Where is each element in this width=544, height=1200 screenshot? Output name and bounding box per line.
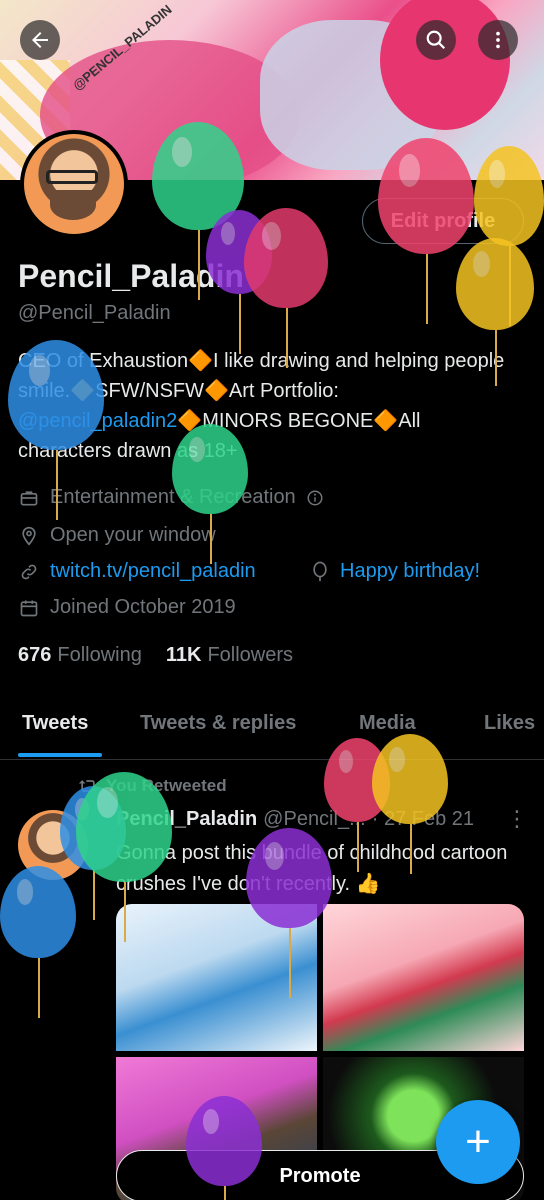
active-tab-indicator [18, 753, 102, 757]
back-button[interactable] [20, 20, 60, 60]
location-pin-icon [18, 525, 40, 547]
tab-tweets-replies[interactable]: Tweets & replies [140, 712, 296, 735]
birthday-label[interactable]: Happy birthday! [340, 560, 480, 583]
location-label: Open your window [50, 524, 216, 546]
followers-count: 11K [165, 644, 202, 666]
plus-icon: + [465, 1117, 491, 1166]
profile-location: Open your window [18, 524, 216, 547]
more-options-button[interactable] [478, 20, 518, 60]
birthday-balloon-decoration [76, 772, 172, 942]
followers-label: Followers [207, 644, 294, 666]
avatar-image [24, 134, 124, 234]
profile-website: twitch.tv/pencil_paladin [18, 560, 256, 583]
birthday-balloon-decoration [378, 138, 474, 324]
website-link[interactable]: twitch.tv/pencil_paladin [50, 560, 256, 583]
tweet-more-icon[interactable]: ⋮ [506, 806, 528, 832]
banner-art-shape [380, 0, 510, 130]
joined-label: Joined October 2019 [50, 596, 236, 618]
birthday-balloon-decoration [456, 238, 534, 386]
calendar-icon [18, 597, 40, 619]
more-vertical-icon [496, 31, 500, 49]
birthday-balloon-decoration [474, 146, 544, 326]
search-button[interactable] [416, 20, 456, 60]
balloon-icon [310, 561, 332, 583]
briefcase-icon [18, 487, 40, 509]
info-icon[interactable] [304, 487, 326, 509]
tab-likes[interactable]: Likes [484, 712, 535, 735]
profile-handle: @Pencil_Paladin [18, 302, 171, 324]
tab-tweets[interactable]: Tweets [22, 712, 88, 735]
profile-joined: Joined October 2019 [18, 596, 236, 619]
following-label: Following [57, 644, 142, 666]
following-count: 676 [18, 644, 52, 666]
following-link[interactable]: 676 Following [18, 644, 142, 667]
follow-stats: 676 Following 11K Followers [18, 644, 293, 667]
birthday-balloon-decoration [244, 208, 328, 368]
tweet-media-image[interactable] [323, 904, 524, 1051]
birthday-balloon-decoration [172, 424, 248, 564]
birthday-balloon-decoration [186, 1096, 262, 1200]
birthday-badge: Happy birthday! [310, 560, 480, 583]
profile-tabs: Tweets Tweets & replies Media Likes [0, 698, 544, 760]
followers-link[interactable]: 11K Followers [166, 644, 293, 667]
tab-media[interactable]: Media [359, 712, 416, 735]
arrow-left-icon [32, 32, 48, 48]
link-icon [18, 561, 40, 583]
profile-avatar[interactable] [20, 130, 128, 238]
birthday-balloon-decoration [372, 734, 448, 874]
compose-tweet-button[interactable]: + [436, 1100, 520, 1184]
birthday-balloon-decoration [246, 828, 332, 998]
search-icon [426, 30, 446, 50]
birthday-balloon-decoration [0, 866, 76, 1018]
birthday-balloon-decoration [8, 340, 104, 520]
